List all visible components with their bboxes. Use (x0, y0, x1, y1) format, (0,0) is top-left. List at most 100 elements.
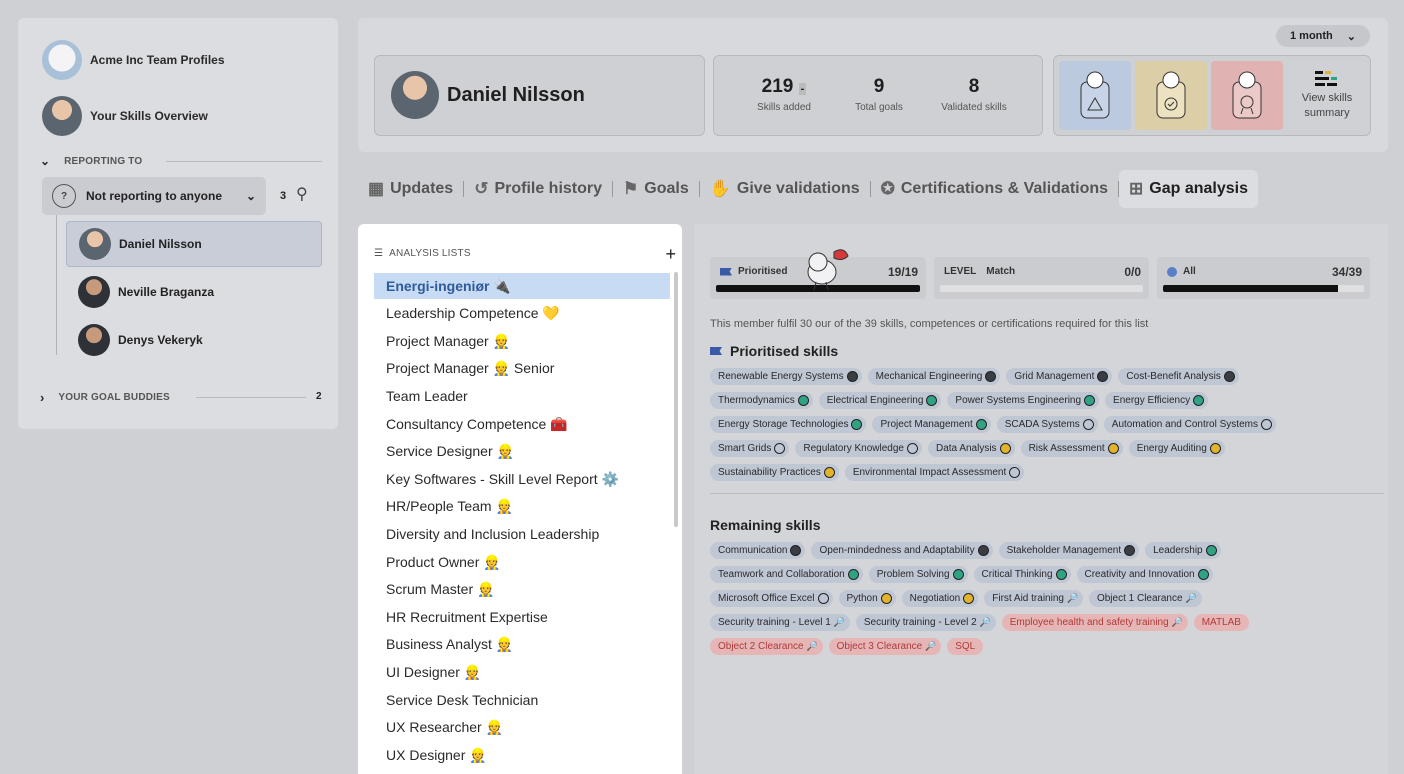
view-summary-label: View skills summary (1301, 92, 1353, 119)
tab-updates[interactable]: ▦ Updates (358, 170, 463, 208)
analysis-list-item[interactable]: Product Owner 👷 (374, 549, 670, 575)
skill-tag[interactable]: MATLAB (1193, 614, 1249, 631)
tab-certifications[interactable]: ✪ Certifications & Validations (871, 170, 1118, 208)
skill-tag[interactable]: Power Systems Engineering (947, 392, 1100, 409)
skill-tag[interactable]: Project Management (872, 416, 991, 433)
skill-tag[interactable]: Object 3 Clearance 🔎 (828, 638, 942, 655)
analysis-list-item[interactable]: Business Analyst 👷 (374, 632, 670, 658)
tab-give-validations[interactable]: ✋ Give validations (700, 170, 870, 208)
skill-tag[interactable]: Energy Auditing (1128, 440, 1225, 457)
analysis-list-item[interactable]: Diversity and Inclusion Leadership (374, 521, 670, 547)
avatar (79, 228, 111, 260)
analysis-list-item[interactable]: Project Manager 👷 Senior (374, 356, 670, 382)
period-select[interactable]: 1 month ⌄ (1276, 25, 1370, 47)
tab-goals[interactable]: ⚑ Goals (613, 170, 699, 208)
analysis-list-item[interactable]: UX Researcher 👷 (374, 715, 670, 741)
skill-tag-label: Security training - Level 1 (718, 617, 831, 628)
analysis-list-item[interactable]: Service Designer 👷 (374, 439, 670, 465)
skill-tag[interactable]: Energy Storage Technologies (710, 416, 867, 433)
analysis-list-item[interactable]: HR/People Team 👷 (374, 494, 670, 520)
skill-tag[interactable]: Creativity and Innovation (1076, 566, 1213, 583)
analysis-list-item[interactable]: UX Designer 👷 (374, 742, 670, 768)
skill-tag[interactable]: Stakeholder Management (998, 542, 1140, 559)
skill-tag[interactable]: Security training - Level 1 🔎 (710, 614, 850, 631)
skill-tag[interactable]: SQL (947, 638, 984, 655)
skill-tag[interactable]: Mechanical Engineering (867, 368, 1001, 385)
stat-validated: 8 Validated skills (929, 76, 1019, 113)
skill-tag[interactable]: Object 1 Clearance 🔎 (1088, 590, 1202, 607)
skill-tag[interactable]: Open-mindedness and Adaptability (811, 542, 993, 559)
skill-tag[interactable]: Security training - Level 2 🔎 (855, 614, 996, 631)
avatar (78, 324, 110, 356)
skill-tag[interactable]: Leadership (1145, 542, 1221, 559)
add-list-button[interactable]: + (665, 244, 676, 265)
skill-tag[interactable]: Cost-Benefit Analysis (1118, 368, 1239, 385)
person-neville[interactable]: Neville Braganza (66, 269, 322, 315)
skill-tag-label: MATLAB (1201, 617, 1241, 628)
circle-icon (1167, 266, 1177, 277)
skill-tag-label: Energy Auditing (1136, 443, 1207, 454)
skill-tag[interactable]: Data Analysis (927, 440, 1015, 457)
reporting-value: Not reporting to anyone (86, 189, 222, 203)
skill-tag[interactable]: Negotiation (901, 590, 979, 607)
tab-profile-history[interactable]: ↺ Profile history (464, 170, 612, 208)
status-dot-icon (851, 419, 863, 430)
reporting-to-toggle[interactable]: ⌄ REPORTING TO (40, 154, 142, 168)
skill-tag[interactable]: Grid Management (1006, 368, 1113, 385)
analysis-list-item[interactable]: HR Recruitment Expertise (374, 604, 670, 630)
badge-mountain-icon[interactable] (1059, 61, 1131, 130)
status-dot-icon (823, 467, 835, 478)
skill-tag[interactable]: Energy Efficiency (1105, 392, 1209, 409)
skill-tag[interactable]: Renewable Energy Systems (710, 368, 862, 385)
skill-tag[interactable]: Python (838, 590, 896, 607)
analysis-list-item[interactable]: UI Designer 👷 (374, 659, 670, 685)
view-skills-summary-button[interactable]: View skills summary (1287, 61, 1367, 130)
tab-gap-analysis[interactable]: ⊞ Gap analysis (1119, 170, 1258, 208)
analysis-list-item[interactable]: Leadership Competence 💛 (374, 301, 670, 327)
list-scrollbar[interactable] (674, 272, 678, 527)
skill-tag[interactable]: Regulatory Knowledge (795, 440, 922, 457)
analysis-list-item[interactable]: Consultancy Competence 🧰 (374, 411, 670, 437)
person-daniel[interactable]: Daniel Nilsson (66, 221, 322, 267)
badge-check-icon[interactable] (1135, 61, 1207, 130)
person-name: Denys Vekeryk (118, 333, 203, 347)
skill-tag[interactable]: Teamwork and Collaboration (710, 566, 863, 583)
skill-tag[interactable]: Risk Assessment (1020, 440, 1123, 457)
skill-tag[interactable]: Problem Solving (868, 566, 968, 583)
status-dot-icon (817, 593, 829, 604)
search-icon[interactable]: ⚲ (296, 184, 308, 204)
skill-tag[interactable]: Thermodynamics (710, 392, 813, 409)
analysis-list-item[interactable]: Service Desk Technician (374, 687, 670, 713)
skill-tag[interactable]: Environmental Impact Assessment (844, 464, 1025, 481)
status-dot-icon (985, 371, 997, 382)
skill-tag[interactable]: Electrical Engineering (818, 392, 942, 409)
skill-tag[interactable]: Communication (710, 542, 806, 559)
badge-award-icon[interactable] (1211, 61, 1283, 130)
analysis-list-item[interactable]: Key Softwares - Skill Level Report ⚙️ (374, 466, 670, 492)
period-value: 1 month (1290, 30, 1333, 42)
skill-tag[interactable]: SCADA Systems (996, 416, 1098, 433)
skills-overview-link[interactable]: Your Skills Overview (42, 96, 208, 136)
analysis-list-item[interactable]: Project Manager 👷 (374, 328, 670, 354)
skill-tag[interactable]: Microsoft Office Excel (710, 590, 833, 607)
skill-tag[interactable]: First Aid training 🔎 (984, 590, 1083, 607)
reporting-select[interactable]: ? Not reporting to anyone ⌄ (42, 177, 266, 215)
skill-tag[interactable]: Smart Grids (710, 440, 790, 457)
skill-tag-row: Smart Grids Regulatory Knowledge Data Anal… (710, 440, 1225, 457)
skill-tag[interactable]: Automation and Control Systems (1103, 416, 1276, 433)
analysis-list-item[interactable]: Energi-ingeniør 🔌 (374, 273, 670, 299)
analysis-list-item[interactable]: Scrum Master 👷 (374, 577, 670, 603)
status-dot-icon (977, 545, 989, 556)
stat-dash: - (798, 83, 807, 95)
analysis-list-item[interactable]: Team Leader (374, 383, 670, 409)
goal-buddies-toggle[interactable]: › YOUR GOAL BUDDIES (40, 390, 170, 405)
team-profiles-link[interactable]: Acme Inc Team Profiles (42, 40, 225, 80)
skill-tag[interactable]: Object 2 Clearance 🔎 (710, 638, 823, 655)
skill-tag[interactable]: Employee health and safety training 🔎 (1001, 614, 1188, 631)
skill-tag[interactable]: Critical Thinking (973, 566, 1071, 583)
gap-analysis-icon: ⊞ (1129, 179, 1144, 198)
skill-tag[interactable]: Sustainability Practices (710, 464, 839, 481)
certificate-icon: ✪ (880, 179, 895, 198)
all-meter: All 34/39 (1157, 257, 1370, 299)
person-denys[interactable]: Denys Vekeryk (66, 317, 322, 363)
